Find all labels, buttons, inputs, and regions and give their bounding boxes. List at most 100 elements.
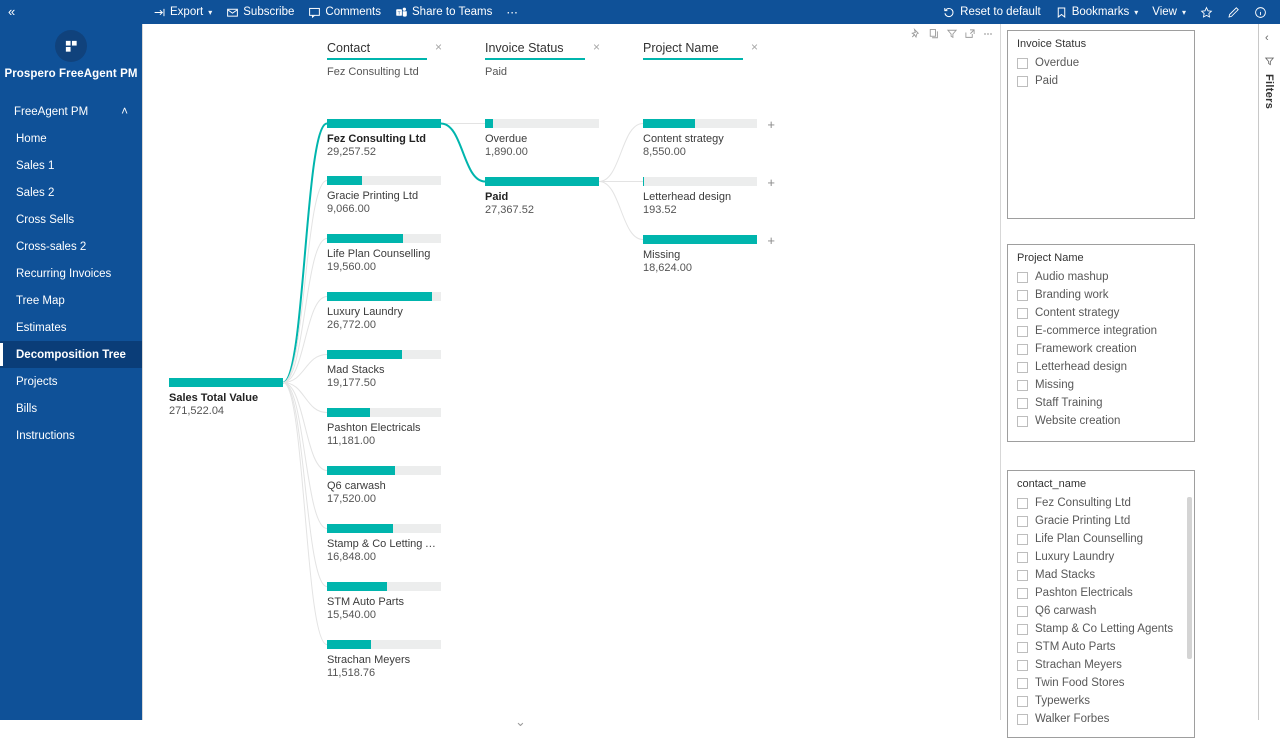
filter-checkbox-row[interactable]: Luxury Laundry	[1017, 548, 1185, 566]
checkbox-icon[interactable]	[1017, 415, 1028, 427]
remove-level-icon[interactable]: ×	[435, 41, 442, 53]
tree-node[interactable]: STM Auto Parts 15,540.00	[327, 582, 441, 621]
remove-level-icon[interactable]: ×	[751, 41, 758, 53]
checkbox-icon[interactable]	[1017, 677, 1028, 689]
expand-node-icon[interactable]: +	[767, 176, 775, 189]
checkbox-icon[interactable]	[1017, 695, 1028, 707]
checkbox-icon[interactable]	[1017, 587, 1028, 599]
filter-checkbox-row[interactable]: Stamp & Co Letting Agents	[1017, 620, 1185, 638]
tree-node[interactable]: Luxury Laundry 26,772.00	[327, 292, 441, 331]
collapse-nav-icon[interactable]: «	[8, 5, 15, 18]
show-more-chevron-icon[interactable]: ⌄	[515, 714, 526, 730]
tree-node[interactable]: Q6 carwash 17,520.00	[327, 466, 441, 505]
chevron-up-icon[interactable]: ˄	[121, 106, 128, 118]
favorite-star-icon[interactable]	[1193, 3, 1220, 22]
filter-checkbox-row[interactable]: Missing	[1017, 376, 1185, 394]
filter-checkbox-row[interactable]: Branding work	[1017, 286, 1185, 304]
checkbox-icon[interactable]	[1017, 659, 1028, 671]
checkbox-icon[interactable]	[1017, 361, 1028, 373]
filter-checkbox-row[interactable]: Mad Stacks	[1017, 566, 1185, 584]
filter-checkbox-row[interactable]: Gracie Printing Ltd	[1017, 512, 1185, 530]
toolbar-share-to-teams-button[interactable]: T Share to Teams	[388, 3, 499, 22]
sidebar-item-cross-sales-2[interactable]: Cross-sales 2	[0, 233, 142, 260]
tree-node[interactable]: Paid 27,367.52	[485, 177, 599, 216]
checkbox-icon[interactable]	[1017, 75, 1028, 87]
sidebar-item-projects[interactable]: Projects	[0, 368, 142, 395]
filter-checkbox-row[interactable]: Twin Food Stores	[1017, 674, 1185, 692]
checkbox-icon[interactable]	[1017, 641, 1028, 653]
filter-checkbox-row[interactable]: Framework creation	[1017, 340, 1185, 358]
checkbox-icon[interactable]	[1017, 497, 1028, 509]
toolbar-export-button[interactable]: Export ▾	[146, 3, 219, 22]
checkbox-icon[interactable]	[1017, 289, 1028, 301]
chevron-down-icon[interactable]: ▾	[208, 8, 212, 17]
sidebar-item-cross-sells[interactable]: Cross Sells	[0, 206, 142, 233]
sidebar-item-decomposition-tree[interactable]: Decomposition Tree	[0, 341, 142, 368]
info-icon[interactable]	[1247, 3, 1274, 22]
filter-scrollbar[interactable]	[1187, 497, 1192, 659]
filter-checkbox-row[interactable]: Pashton Electricals	[1017, 584, 1185, 602]
filter-checkbox-row[interactable]: Life Plan Counselling	[1017, 530, 1185, 548]
checkbox-icon[interactable]	[1017, 551, 1028, 563]
toolbar-comments-button[interactable]: Comments	[301, 3, 388, 22]
edit-pencil-icon[interactable]	[1220, 3, 1247, 22]
checkbox-icon[interactable]	[1017, 533, 1028, 545]
tree-node[interactable]: Life Plan Counselling 19,560.00	[327, 234, 441, 273]
tree-level-title[interactable]: Project Name	[643, 41, 743, 60]
filter-checkbox-row[interactable]: STM Auto Parts	[1017, 638, 1185, 656]
filter-checkbox-row[interactable]: Walker Forbes	[1017, 710, 1185, 728]
filter-icon[interactable]	[1264, 56, 1275, 67]
sidebar-item-estimates[interactable]: Estimates	[0, 314, 142, 341]
tree-node[interactable]: Overdue 1,890.00	[485, 119, 599, 158]
filter-checkbox-row[interactable]: E-commerce integration	[1017, 322, 1185, 340]
filter-checkbox-row[interactable]: Content strategy	[1017, 304, 1185, 322]
collapse-filters-icon[interactable]: ‹	[1265, 32, 1269, 44]
chevron-down-icon[interactable]: ▾	[1134, 8, 1138, 17]
checkbox-icon[interactable]	[1017, 325, 1028, 337]
expand-node-icon[interactable]: +	[767, 234, 775, 247]
checkbox-icon[interactable]	[1017, 515, 1028, 527]
remove-level-icon[interactable]: ×	[593, 41, 600, 53]
checkbox-icon[interactable]	[1017, 57, 1028, 69]
tree-node[interactable]: Fez Consulting Ltd 29,257.52	[327, 119, 441, 158]
checkbox-icon[interactable]	[1017, 623, 1028, 635]
filter-checkbox-row[interactable]: Website creation	[1017, 412, 1185, 430]
expand-node-icon[interactable]: +	[767, 118, 775, 131]
toolbar-view-button[interactable]: View ▾	[1145, 3, 1193, 21]
sidebar-item-instructions[interactable]: Instructions	[0, 422, 142, 449]
workspace-header[interactable]: FreeAgent PM ˄	[0, 99, 142, 125]
toolbar-subscribe-button[interactable]: Subscribe	[219, 3, 301, 22]
filter-checkbox-row[interactable]: Typewerks	[1017, 692, 1185, 710]
filter-checkbox-row[interactable]: Fez Consulting Ltd	[1017, 494, 1185, 512]
filter-checkbox-row[interactable]: Overdue	[1017, 54, 1185, 72]
toolbar-reset-to-default-button[interactable]: Reset to default	[936, 3, 1048, 22]
sidebar-item-sales-1[interactable]: Sales 1	[0, 152, 142, 179]
filter-checkbox-row[interactable]: Paid	[1017, 72, 1185, 90]
chevron-down-icon[interactable]: ▾	[1182, 8, 1186, 17]
checkbox-icon[interactable]	[1017, 605, 1028, 617]
tree-node[interactable]: Mad Stacks 19,177.50	[327, 350, 441, 389]
checkbox-icon[interactable]	[1017, 271, 1028, 283]
sidebar-item-sales-2[interactable]: Sales 2	[0, 179, 142, 206]
tree-level-title[interactable]: Invoice Status	[485, 41, 585, 60]
filter-checkbox-row[interactable]: Q6 carwash	[1017, 602, 1185, 620]
sidebar-item-home[interactable]: Home	[0, 125, 142, 152]
tree-node[interactable]: Pashton Electricals 11,181.00	[327, 408, 441, 447]
filter-checkbox-row[interactable]: Audio mashup	[1017, 268, 1185, 286]
checkbox-icon[interactable]	[1017, 569, 1028, 581]
toolbar-bookmarks-button[interactable]: Bookmarks ▾	[1048, 3, 1146, 22]
checkbox-icon[interactable]	[1017, 343, 1028, 355]
tree-level-title[interactable]: Contact	[327, 41, 427, 60]
tree-node[interactable]: Sales Total Value 271,522.04	[169, 378, 283, 417]
tree-node[interactable]: + Letterhead design 193.52	[643, 176, 775, 216]
checkbox-icon[interactable]	[1017, 379, 1028, 391]
tree-node[interactable]: Stamp & Co Letting A... 16,848.00	[327, 524, 441, 563]
tree-node[interactable]: Strachan Meyers 11,518.76	[327, 640, 441, 679]
tree-node[interactable]: + Content strategy 8,550.00	[643, 118, 775, 158]
sidebar-item-bills[interactable]: Bills	[0, 395, 142, 422]
sidebar-item-tree-map[interactable]: Tree Map	[0, 287, 142, 314]
tree-node[interactable]: + Missing 18,624.00	[643, 234, 775, 274]
toolbar-more-button[interactable]: ⋯	[499, 2, 525, 22]
checkbox-icon[interactable]	[1017, 397, 1028, 409]
filter-checkbox-row[interactable]: Strachan Meyers	[1017, 656, 1185, 674]
